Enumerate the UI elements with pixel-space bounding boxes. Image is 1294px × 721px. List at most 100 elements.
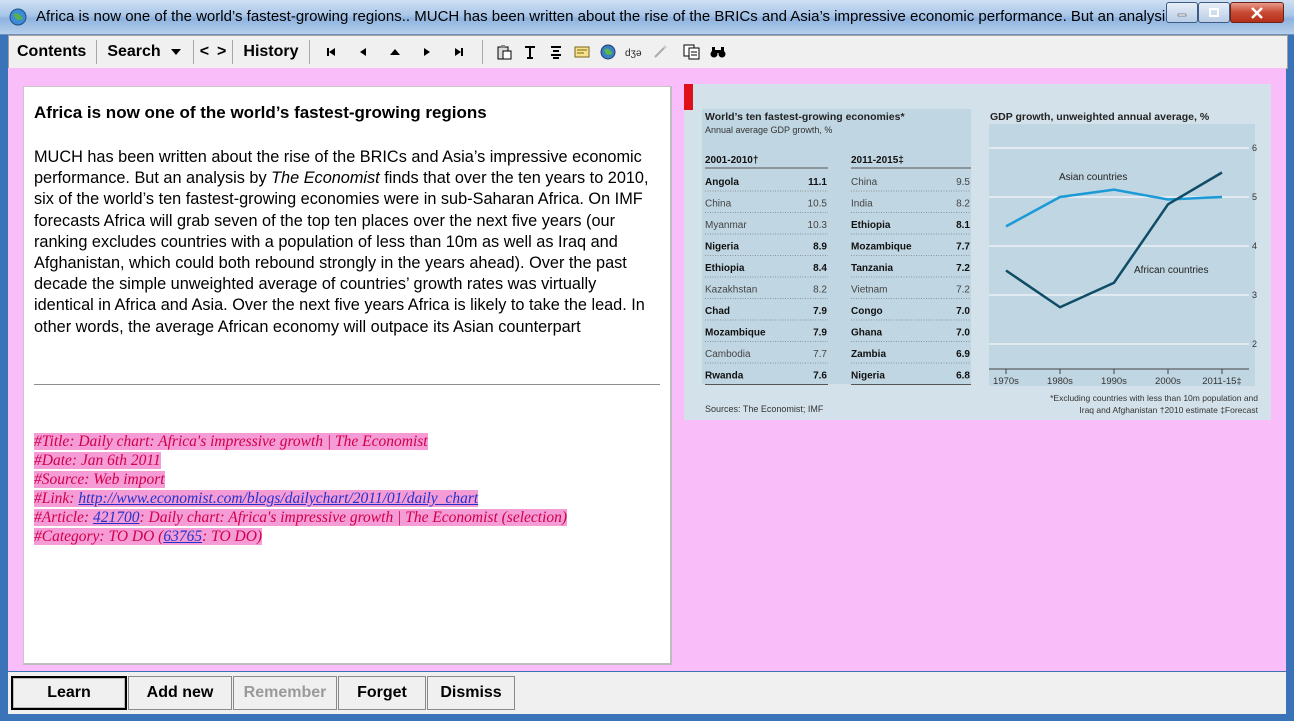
table-cell-value: 10.5 <box>808 199 828 210</box>
article-body: MUCH has been written about the rise of … <box>34 147 659 338</box>
meta-category-label: #Category: TO DO ( <box>34 528 164 545</box>
magic-wand-icon <box>653 45 667 58</box>
table-cell-country: Mozambique <box>705 328 766 339</box>
contents-button[interactable]: Contents <box>9 39 94 65</box>
learn-button[interactable]: Learn <box>11 676 127 710</box>
meta-title: #Title: Daily chart: Africa's impressive… <box>34 433 428 450</box>
table-cell-country: China <box>851 177 878 188</box>
table-cell-value: 7.7 <box>956 242 970 253</box>
meta-article-link[interactable]: 421700 <box>93 509 140 526</box>
table-cell-country: Mozambique <box>851 242 912 253</box>
meta-article-rest: : Daily chart: Africa's impressive growt… <box>139 509 568 526</box>
footnote-1: *Excluding countries with less than 10m … <box>1050 393 1258 403</box>
line-chart-panel <box>989 124 1255 386</box>
last-element-button[interactable] <box>446 39 472 65</box>
toolbar-separator <box>96 40 98 64</box>
table-cell-country: Angola <box>705 177 739 188</box>
back-button[interactable]: < <box>196 39 213 65</box>
x-tick-label: 1970s <box>993 376 1019 387</box>
dismiss-button[interactable]: Dismiss <box>427 676 515 710</box>
previous-element-button[interactable] <box>350 39 376 65</box>
copy-button[interactable] <box>679 39 705 65</box>
table-cell-value: 7.9 <box>813 306 827 317</box>
y-tick-label: 5 <box>1252 192 1257 202</box>
title-bar: Africa is now one of the world’s fastest… <box>0 0 1294 35</box>
y-tick-label: 4 <box>1252 241 1257 251</box>
table-column-header: 2001-2010† <box>705 155 758 166</box>
text-button[interactable] <box>517 39 543 65</box>
toolbar-separator <box>192 40 194 64</box>
table-cell-value: 7.7 <box>813 349 827 360</box>
next-element-button[interactable] <box>414 39 440 65</box>
dropdown-arrow-icon <box>170 49 181 55</box>
note-button[interactable] <box>569 39 595 65</box>
table-cell-value: 10.3 <box>808 220 828 231</box>
up-icon <box>389 49 400 55</box>
table-cell-value: 7.6 <box>813 371 827 382</box>
forget-button[interactable]: Forget <box>338 676 426 710</box>
dictionary-button[interactable]: dʒə <box>621 39 647 65</box>
search-button[interactable]: Search <box>99 39 190 65</box>
table-cell-value: 8.4 <box>813 263 827 274</box>
meta-category-link[interactable]: 63765 <box>163 528 202 545</box>
metadata-block: #Title: Daily chart: Africa's impressive… <box>34 432 568 546</box>
line-chart-title: GDP growth, unweighted annual average, % <box>990 111 1210 123</box>
table-cell-value: 8.2 <box>813 285 827 296</box>
table-cell-value: 7.0 <box>956 328 970 339</box>
maximize-button[interactable] <box>1198 2 1230 23</box>
maximize-icon <box>1209 7 1219 17</box>
align-icon <box>550 46 561 59</box>
article-panel[interactable]: Africa is now one of the world’s fastest… <box>23 86 672 665</box>
table-cell-value: 7.0 <box>956 306 970 317</box>
article-body-part2: finds that over the ten years to 2010, s… <box>34 169 649 336</box>
first-element-button[interactable] <box>318 39 344 65</box>
table-cell-country: China <box>705 199 732 210</box>
table-cell-country: Ethiopia <box>851 220 891 231</box>
align-button[interactable] <box>543 39 569 65</box>
add-new-button[interactable]: Add new <box>128 676 232 710</box>
meta-link[interactable]: http://www.economist.com/blogs/dailychar… <box>78 490 478 507</box>
table-cell-country: Congo <box>851 306 883 317</box>
main-area: Africa is now one of the world’s fastest… <box>8 68 1286 671</box>
parent-element-button[interactable] <box>382 39 408 65</box>
table-subtitle: Annual average GDP growth, % <box>705 125 832 135</box>
meta-date: #Date: Jan 6th 2011 <box>34 452 161 469</box>
table-column-header: 2011-2015‡ <box>851 155 904 166</box>
article-title: Africa is now one of the world’s fastest… <box>34 103 487 122</box>
window-title: Africa is now one of the world’s fastest… <box>36 8 1166 25</box>
table-cell-country: Chad <box>705 306 730 317</box>
table-panel <box>702 109 971 384</box>
remember-button: Remember <box>233 676 337 710</box>
globe-icon <box>600 44 616 60</box>
search-label: Search <box>107 43 161 60</box>
paste-button[interactable] <box>491 39 517 65</box>
web-button[interactable] <box>595 39 621 65</box>
table-title: World’s ten fastest-growing economies* <box>705 111 905 123</box>
minimize-icon <box>1177 13 1187 16</box>
table-cell-country: Nigeria <box>705 242 739 253</box>
binoculars-icon <box>710 47 726 58</box>
close-button[interactable] <box>1230 2 1284 23</box>
table-cell-country: Rwanda <box>705 371 744 382</box>
minimize-button[interactable] <box>1166 2 1198 23</box>
wand-button[interactable] <box>647 39 673 65</box>
footnote-2: Iraq and Afghanistan †2010 estimate ‡For… <box>1079 405 1258 415</box>
toolbar-separator <box>481 40 483 64</box>
toolbar-separator <box>232 40 234 64</box>
table-cell-country: Vietnam <box>851 285 888 296</box>
table-cell-value: 7.9 <box>813 328 827 339</box>
dictionary-icon: dʒə <box>625 48 642 59</box>
economist-red-tab <box>684 84 693 110</box>
table-source: Sources: The Economist; IMF <box>705 404 824 414</box>
toolbar: Contents Search < > History dʒə <box>8 35 1288 69</box>
table-cell-value: 6.8 <box>956 371 970 382</box>
history-button[interactable]: History <box>235 39 306 65</box>
meta-category-rest: : TO DO) <box>202 528 263 545</box>
article-body-italic: The Economist <box>271 169 380 188</box>
x-tick-label: 2000s <box>1155 376 1181 387</box>
forward-button[interactable]: > <box>213 39 230 65</box>
table-cell-value: 7.2 <box>956 263 970 274</box>
app-globe-icon <box>9 8 27 26</box>
find-button[interactable] <box>705 39 731 65</box>
first-icon <box>326 48 335 56</box>
